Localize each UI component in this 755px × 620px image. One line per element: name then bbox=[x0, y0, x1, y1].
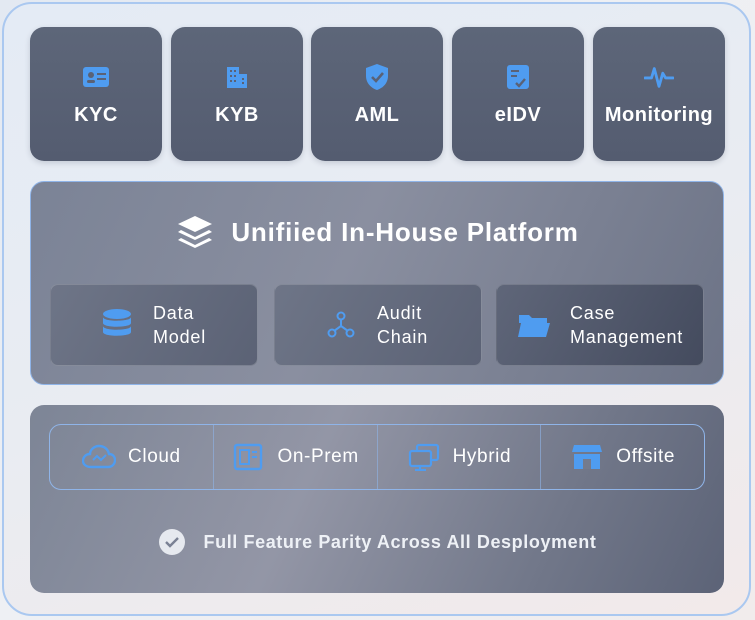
id-card-icon bbox=[81, 62, 111, 92]
module-label: eIDV bbox=[494, 103, 542, 126]
layers-icon bbox=[175, 212, 215, 252]
hybrid-screens-icon bbox=[407, 442, 441, 472]
deployment-option-hybrid: Hybrid bbox=[378, 425, 542, 489]
database-icon bbox=[99, 307, 135, 343]
deployment-option-on-prem: On-Prem bbox=[214, 425, 378, 489]
platform-title-text: Unifiied In-House Platform bbox=[231, 216, 579, 247]
module-eidv: eIDV bbox=[452, 27, 584, 161]
module-label: KYB bbox=[215, 103, 259, 126]
store-icon bbox=[570, 442, 604, 472]
option-label: Offsite bbox=[616, 446, 675, 467]
module-label: Monitoring bbox=[604, 103, 714, 126]
option-label: Hybrid bbox=[452, 446, 512, 467]
option-label: On-Prem bbox=[277, 446, 359, 467]
module-label: AML bbox=[354, 103, 400, 126]
pulse-icon bbox=[644, 62, 674, 92]
parity-note: Full Feature Parity Across All Desployme… bbox=[30, 528, 724, 556]
cloud-icon bbox=[82, 442, 117, 472]
module-aml: AML bbox=[311, 27, 443, 161]
deployment-option-cloud: Cloud bbox=[50, 425, 214, 489]
server-icon bbox=[231, 442, 265, 472]
card-line2: Management bbox=[570, 327, 684, 347]
deployment-option-offsite: Offsite bbox=[541, 425, 704, 489]
card-line1: Audit bbox=[377, 303, 423, 323]
parity-text: Full Feature Parity Across All Desployme… bbox=[203, 531, 597, 552]
option-label: Cloud bbox=[128, 446, 181, 467]
module-label: KYC bbox=[74, 103, 118, 126]
building-icon bbox=[222, 62, 252, 92]
card-line2: Chain bbox=[377, 327, 429, 347]
folder-icon bbox=[516, 307, 552, 343]
deployment-panel: Cloud On-Prem Hybrid Offsite Full Featur… bbox=[30, 405, 724, 593]
module-kyb: KYB bbox=[171, 27, 303, 161]
check-circle-icon bbox=[158, 528, 186, 556]
card-line1: Data bbox=[153, 303, 195, 323]
platform-panel: Unifiied In-House Platform Data Model Aud… bbox=[30, 181, 724, 385]
card-line2: Model bbox=[153, 327, 207, 347]
module-monitoring: Monitoring bbox=[593, 27, 725, 161]
chain-nodes-icon bbox=[323, 307, 359, 343]
platform-title: Unifiied In-House Platform bbox=[31, 212, 723, 252]
platform-card-audit-chain: Audit Chain bbox=[274, 284, 482, 366]
shield-check-icon bbox=[362, 62, 392, 92]
card-line1: Case bbox=[570, 303, 616, 323]
checklist-icon bbox=[503, 62, 533, 92]
module-kyc: KYC bbox=[30, 27, 162, 161]
deployment-options: Cloud On-Prem Hybrid Offsite bbox=[49, 424, 705, 490]
platform-card-data-model: Data Model bbox=[50, 284, 258, 366]
platform-card-case-management: Case Management bbox=[496, 284, 704, 366]
